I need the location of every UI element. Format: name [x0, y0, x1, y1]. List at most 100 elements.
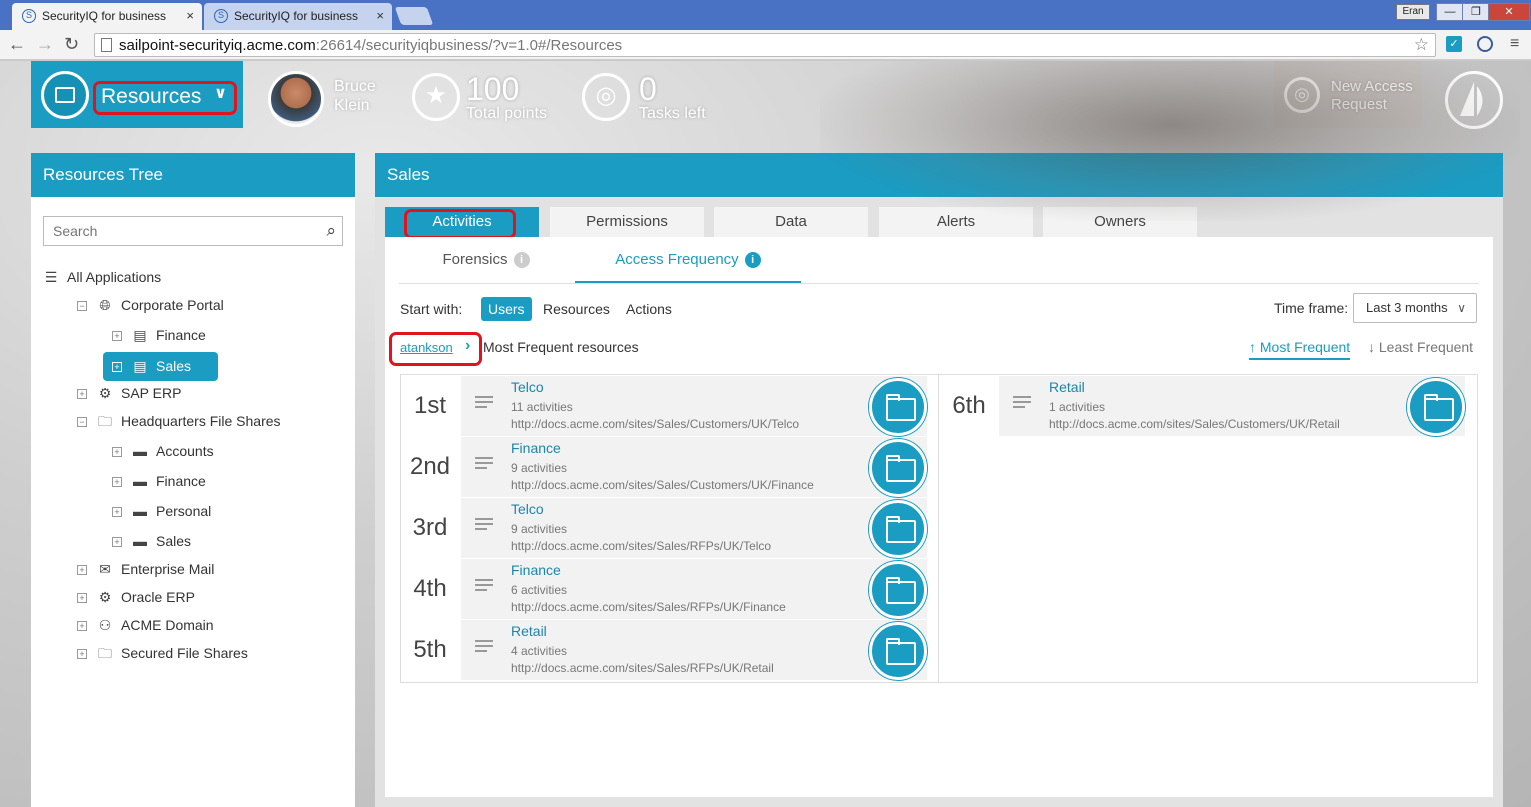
expand-icon[interactable]: + [77, 649, 87, 660]
list-item[interactable]: Retail 1 activities http://docs.acme.com… [999, 376, 1465, 436]
tab-permissions[interactable]: Permissions [550, 207, 704, 237]
search-icon[interactable]: ⌕ [326, 221, 336, 241]
open-folder-button[interactable] [869, 439, 927, 497]
minimize-button[interactable]: — [1436, 3, 1464, 21]
list-item[interactable]: Telco 9 activities http://docs.acme.com/… [461, 498, 927, 558]
tab-owners[interactable]: Owners [1043, 207, 1197, 237]
activity-count: 9 activities [511, 461, 568, 475]
expand-icon[interactable]: + [112, 331, 122, 342]
resource-name-link[interactable]: Finance [511, 562, 561, 578]
profile-badge[interactable]: Eran [1396, 4, 1430, 20]
rank-label: 6th [940, 376, 998, 436]
tab-alerts[interactable]: Alerts [879, 207, 1033, 237]
points-widget[interactable]: 100 Total points [466, 73, 547, 123]
new-tab-button[interactable] [394, 7, 434, 25]
reload-icon[interactable]: ↻ [64, 34, 79, 54]
tree-item-finance[interactable]: + ▤ Finance [112, 323, 206, 347]
resource-name-link[interactable]: Finance [511, 440, 561, 456]
expand-icon[interactable]: + [112, 447, 122, 458]
tree-item-sap-erp[interactable]: + ⚙ SAP ERP [77, 381, 181, 405]
folder-icon: 🗀︎ [98, 645, 112, 661]
list-item[interactable]: Finance 9 activities http://docs.acme.co… [461, 437, 927, 497]
forward-arrow-icon[interactable]: → [36, 34, 54, 54]
expand-icon[interactable]: + [77, 593, 87, 604]
resources-module-button[interactable]: Resources ∨ [31, 61, 243, 128]
list-icon: ☰ [44, 269, 58, 285]
browser-tab-active[interactable]: S SecurityIQ for business × [12, 3, 202, 30]
avatar[interactable] [268, 71, 324, 127]
resource-name-link[interactable]: Telco [511, 501, 544, 517]
resource-name-link[interactable]: Retail [1049, 379, 1085, 395]
menu-icon[interactable]: ≡ [1510, 34, 1519, 54]
open-folder-button[interactable] [869, 622, 927, 680]
restore-button[interactable]: ❐ [1462, 3, 1490, 21]
browser-titlebar: S SecurityIQ for business × S SecurityIQ… [0, 0, 1531, 30]
open-folder-button[interactable] [869, 500, 927, 558]
open-folder-button[interactable] [1407, 378, 1465, 436]
tab-close-icon[interactable]: × [376, 3, 384, 29]
sailpoint-logo-icon [1445, 71, 1503, 129]
tree-item-oracle-erp[interactable]: + ⚙ Oracle ERP [77, 585, 195, 609]
expand-icon[interactable]: + [77, 565, 87, 576]
collapse-icon[interactable]: − [77, 301, 87, 312]
tree-item-accounts[interactable]: + ▬ Accounts [112, 439, 214, 463]
expand-icon[interactable]: + [77, 621, 87, 632]
resource-name-link[interactable]: Telco [511, 379, 544, 395]
expand-icon[interactable]: + [112, 362, 122, 373]
tree-item-acme-domain[interactable]: + ⚇ ACME Domain [77, 613, 214, 637]
time-frame-select[interactable]: Last 3 months ∨ [1353, 293, 1477, 323]
tab-data[interactable]: Data [714, 207, 868, 237]
tree-item-secured-file-shares[interactable]: + 🗀︎ Secured File Shares [77, 641, 248, 665]
expand-icon[interactable]: + [112, 507, 122, 518]
expand-icon[interactable]: + [112, 537, 122, 548]
tree-item-finance-share[interactable]: + ▬ Finance [112, 469, 206, 493]
sort-least-frequent[interactable]: ↓ Least Frequent [1368, 339, 1473, 355]
resource-name-link[interactable]: Retail [511, 623, 547, 639]
tree-item-headquarters-file-shares[interactable]: − 🗀︎ Headquarters File Shares [77, 409, 281, 433]
tasks-widget[interactable]: 0 Tasks left [639, 73, 706, 123]
expand-icon[interactable]: + [77, 389, 87, 400]
tree-item-corporate-portal[interactable]: − 🌐︎ Corporate Portal [77, 293, 224, 317]
details-icon [475, 396, 493, 411]
extension-sailpoint-icon[interactable] [1477, 36, 1493, 52]
breadcrumb-user-link[interactable]: atankson [400, 340, 453, 355]
expand-icon[interactable]: + [112, 477, 122, 488]
list-item[interactable]: Telco 11 activities http://docs.acme.com… [461, 376, 927, 436]
open-folder-button[interactable] [869, 378, 927, 436]
start-with-users[interactable]: Users [481, 297, 532, 321]
address-bar[interactable]: sailpoint-securityiq.acme.com:26614/secu… [94, 33, 1436, 57]
tree-item-enterprise-mail[interactable]: + ✉ Enterprise Mail [77, 557, 214, 581]
folder-icon: ▬ [133, 533, 147, 549]
list-item[interactable]: Finance 6 activities http://docs.acme.co… [461, 559, 927, 619]
tree-item-personal[interactable]: + ▬ Personal [112, 499, 211, 523]
window-close-button[interactable]: ✕ [1488, 3, 1530, 21]
site-icon: ▤ [133, 327, 147, 343]
sailpoint-tab-icon: S [22, 9, 36, 23]
erp-icon: ⚙ [98, 589, 112, 605]
open-folder-button[interactable] [869, 561, 927, 619]
start-with-actions[interactable]: Actions [619, 297, 679, 321]
new-access-request-button[interactable]: ◎ New Access Request [1274, 61, 1422, 128]
tree-item-all-applications[interactable]: ☰ All Applications [43, 265, 161, 289]
tree-search-input[interactable] [44, 217, 304, 245]
back-arrow-icon[interactable]: ← [8, 34, 26, 54]
details-icon [475, 518, 493, 533]
tree-item-sales[interactable]: + ▤ Sales [103, 352, 218, 381]
subtab-access-frequency[interactable]: Access Frequency i [575, 237, 801, 283]
sort-most-frequent[interactable]: ↑ Most Frequent [1249, 339, 1351, 360]
browser-tab-inactive[interactable]: S SecurityIQ for business × [204, 3, 392, 30]
bookmark-star-icon[interactable]: ☆ [1414, 35, 1429, 55]
list-item[interactable]: Retail 4 activities http://docs.acme.com… [461, 620, 927, 680]
new-access-label: New Access Request [1331, 78, 1413, 113]
tab-close-icon[interactable]: × [186, 3, 194, 29]
activity-count: 11 activities [511, 400, 573, 414]
subtab-forensics[interactable]: Forensics i [399, 237, 573, 283]
user-name[interactable]: Bruce Klein [334, 77, 376, 115]
tree-item-sales-share[interactable]: + ▬ Sales [112, 529, 191, 553]
start-with-resources[interactable]: Resources [536, 297, 617, 321]
collapse-icon[interactable]: − [77, 417, 87, 428]
activity-count: 6 activities [511, 583, 568, 597]
breadcrumb-current: Most Frequent resources [483, 339, 639, 355]
extension-check-icon[interactable]: ✓ [1446, 36, 1462, 52]
tab-activities[interactable]: Activities [385, 207, 539, 237]
